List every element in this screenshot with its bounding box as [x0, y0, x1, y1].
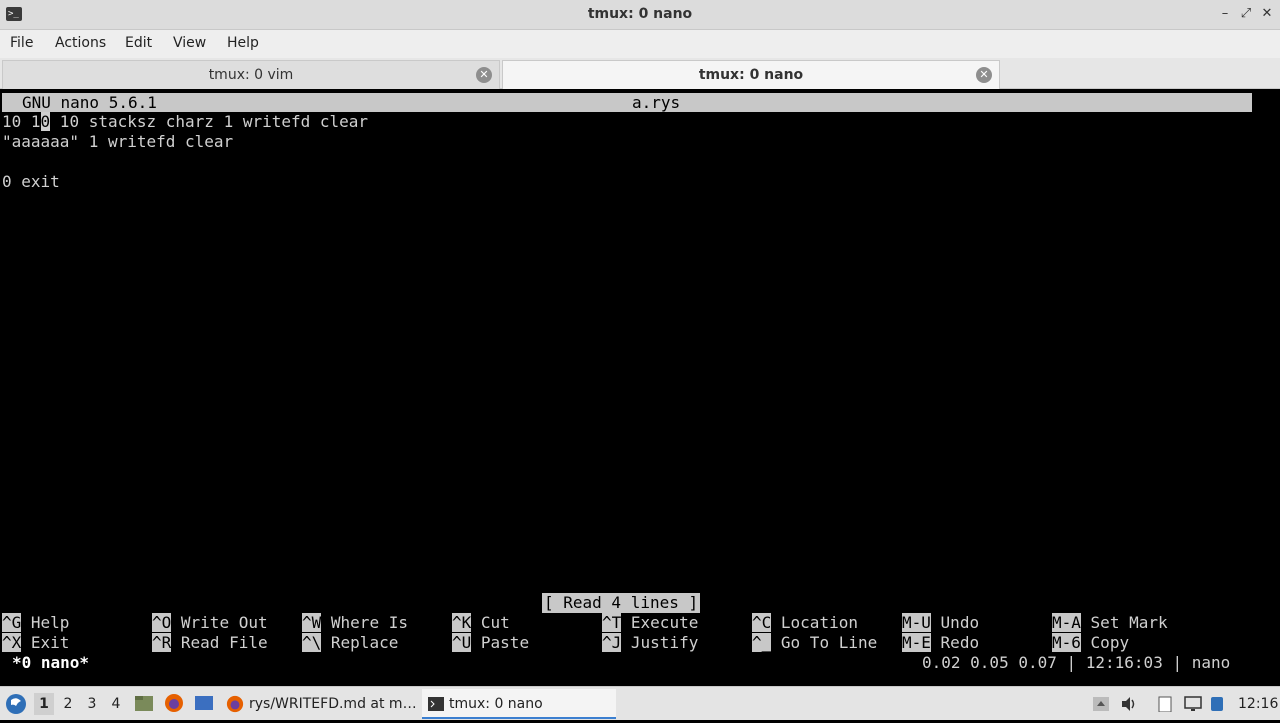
tab-bar: tmux: 0 vim ✕ tmux: 0 nano ✕ — [0, 58, 1280, 89]
shortcut-read-file: ^R Read File — [152, 633, 268, 652]
shortcut-go-to-line: ^_ Go To Line — [752, 633, 878, 652]
terminal-view[interactable]: GNU nano 5.6.1 a.rys 10 10 10 stacksz ch… — [0, 90, 1280, 686]
shortcut-set-mark: M-A Set Mark — [1052, 613, 1168, 632]
shortcut-justify: ^J Justify — [602, 633, 699, 652]
close-tab-icon[interactable]: ✕ — [476, 67, 492, 83]
terminal-icon — [428, 697, 444, 711]
nano-header: GNU nano 5.6.1 a.rys — [2, 93, 1252, 112]
window-titlebar: >_ tmux: 0 nano – ⤢ ✕ — [0, 0, 1280, 30]
shortcut-paste: ^U Paste — [452, 633, 530, 652]
nano-version: GNU nano 5.6.1 — [22, 93, 157, 112]
start-menu-icon[interactable] — [4, 692, 28, 716]
editor-line[interactable]: 10 10 10 stacksz charz 1 writefd clear — [2, 112, 368, 132]
line-text: 10 stacksz charz 1 writefd clear — [50, 112, 369, 131]
file-manager-icon[interactable] — [134, 694, 154, 712]
nano-status-message: [ Read 4 lines ] — [542, 593, 701, 613]
menu-help[interactable]: Help — [227, 35, 259, 51]
menu-edit[interactable]: Edit — [125, 35, 152, 51]
menu-view[interactable]: View — [173, 35, 206, 51]
tray-up-arrow-icon[interactable] — [1092, 696, 1110, 712]
shortcut-cut: ^K Cut — [452, 613, 510, 632]
workspace-1[interactable]: 1 — [34, 693, 54, 715]
desktop-icon[interactable] — [194, 694, 214, 712]
firefox-icon — [226, 695, 244, 713]
tmux-window-label: *0 nano* — [12, 653, 90, 672]
shortcut-undo: M-U Undo — [902, 613, 980, 632]
shortcut-exit: ^X Exit — [2, 633, 70, 652]
task-label: tmux: 0 nano — [449, 696, 543, 712]
task-firefox[interactable]: rys/WRITEFD.md at m… — [222, 689, 420, 719]
shortcut-execute: ^T Execute — [602, 613, 699, 632]
shortcut-where-is: ^W Where Is — [302, 613, 408, 632]
firefox-launcher-icon[interactable] — [164, 693, 184, 713]
task-terminal[interactable]: tmux: 0 nano — [422, 689, 616, 719]
menu-file[interactable]: File — [10, 35, 33, 51]
taskbar: 1 2 3 4 rys/WRITEFD.md at m… tmux: 0 nan… — [0, 686, 1280, 720]
maximize-button[interactable]: ⤢ — [1237, 5, 1255, 23]
menu-actions[interactable]: Actions — [55, 35, 106, 51]
editor-line[interactable]: "aaaaaa" 1 writefd clear — [2, 132, 233, 152]
tab-label: tmux: 0 nano — [698, 67, 804, 83]
volume-icon[interactable] — [1120, 696, 1138, 712]
window-title: tmux: 0 nano — [587, 6, 693, 22]
tmux-status-bar: *0 nano* 0.02 0.05 0.07 | 12:16:03 | nan… — [0, 653, 1280, 673]
shortcut-copy: M-6 Copy — [1052, 633, 1130, 652]
clock[interactable]: 12:16 — [1238, 693, 1278, 715]
workspace-3[interactable]: 3 — [82, 693, 102, 715]
shortcut-location: ^C Location — [752, 613, 858, 632]
shortcut-replace: ^\ Replace — [302, 633, 399, 652]
shortcut-redo: M-E Redo — [902, 633, 980, 652]
shortcut-help: ^G Help — [2, 613, 70, 632]
clipboard-icon[interactable] — [1156, 696, 1174, 713]
nano-filename: a.rys — [632, 93, 681, 112]
tab-label: tmux: 0 vim — [208, 67, 294, 83]
menubar: File Actions Edit View Help — [0, 30, 1280, 58]
minimize-button[interactable]: – — [1216, 5, 1234, 23]
editor-line[interactable]: 0 exit — [2, 172, 60, 192]
task-label: rys/WRITEFD.md at m… — [249, 696, 417, 712]
tab-nano[interactable]: tmux: 0 nano ✕ — [502, 60, 1000, 89]
workspace-4[interactable]: 4 — [106, 693, 126, 715]
text-cursor: 0 — [40, 112, 51, 131]
shortcut-write-out: ^O Write Out — [152, 613, 268, 632]
close-tab-icon[interactable]: ✕ — [976, 67, 992, 83]
tab-vim[interactable]: tmux: 0 vim ✕ — [2, 60, 500, 89]
workspace-2[interactable]: 2 — [58, 693, 78, 715]
close-button[interactable]: ✕ — [1258, 5, 1276, 23]
line-text: 10 1 — [2, 112, 41, 131]
display-icon[interactable] — [1184, 696, 1202, 712]
network-icon[interactable] — [1210, 696, 1224, 712]
tmux-status-right: 0.02 0.05 0.07 | 12:16:03 | nano — [922, 653, 1231, 672]
